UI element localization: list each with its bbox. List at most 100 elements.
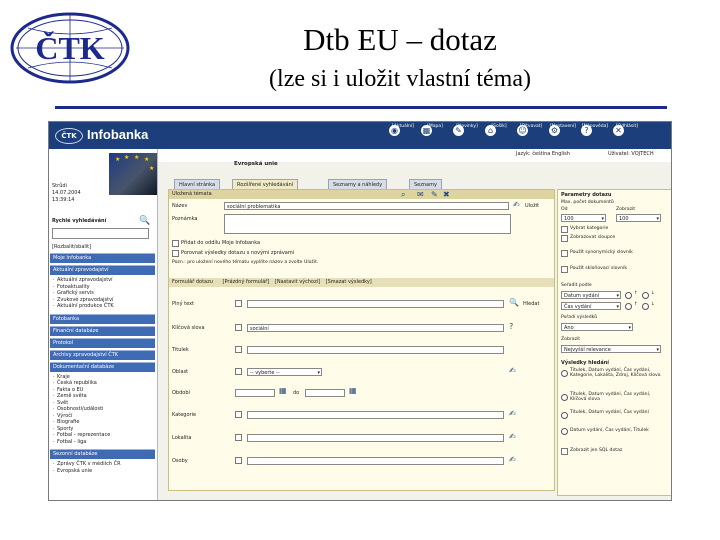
save-icon[interactable]: ✍: [513, 200, 520, 209]
nav-aktualni[interactable]: ◉ [Aktuální]: [389, 124, 417, 136]
query-parameters-panel: Parametry dotazu Max. počet dokumentů Od…: [557, 189, 671, 496]
checkbox-label: Přidat do oddílu Moje Infobanka: [181, 240, 261, 246]
fulltext-input[interactable]: [247, 300, 504, 308]
results-format-radio[interactable]: [561, 428, 568, 435]
menu-item[interactable]: Aktuální produkce ČTK: [50, 303, 155, 310]
sort1-desc-radio[interactable]: [642, 292, 649, 299]
slide-title: Dtb EU – dotaz: [303, 22, 497, 57]
nav-odhlasit[interactable]: ✕ [Odhlásit]: [613, 124, 641, 136]
search-icon[interactable]: 🔍: [509, 298, 519, 307]
sort1-asc-radio[interactable]: [625, 292, 632, 299]
infobanka-screenshot: ČTK Infobanka ◉ [Aktuální] ▦ [Mapa] ✎ [Novi…: [48, 121, 672, 501]
sort-select-1[interactable]: Datum vydání: [561, 291, 621, 300]
add-to-my-infobanka-checkbox[interactable]: [172, 240, 179, 247]
keywords-checkbox[interactable]: [235, 324, 242, 331]
edit-icon[interactable]: ✍: [509, 409, 516, 418]
area-checkbox[interactable]: [235, 368, 242, 375]
inflection-checkbox[interactable]: [561, 266, 568, 273]
sort-select-2[interactable]: Čas vydání: [561, 302, 621, 311]
nav-sosik[interactable]: ⌂ [Sošík]: [485, 124, 513, 136]
search-button[interactable]: Hledat: [523, 301, 539, 307]
results-format-radio[interactable]: [561, 412, 568, 419]
settings-icon: ⚙: [549, 125, 560, 136]
clear-link[interactable]: [Smazat výsledky]: [326, 279, 372, 285]
menu-aktualni[interactable]: Aktuální zpravodajství: [50, 265, 155, 275]
keywords-input[interactable]: sociální: [247, 324, 504, 332]
edit-icon[interactable]: ✎: [431, 190, 438, 199]
date-from-input[interactable]: [235, 389, 275, 397]
calendar-icon[interactable]: ▦: [279, 386, 287, 395]
quick-search-input[interactable]: [52, 228, 149, 239]
mail-icon[interactable]: ✉: [417, 190, 424, 199]
main-content: Jazyk: čeština English Uživatel: VOJTECH…: [158, 149, 671, 500]
note-label: Poznámka: [172, 216, 198, 222]
categories-checkbox[interactable]: [561, 226, 568, 233]
results-format-radio[interactable]: [561, 394, 568, 401]
area-label: Oblast: [172, 369, 189, 375]
date-to-input[interactable]: [305, 389, 345, 397]
persons-checkbox[interactable]: [235, 457, 242, 464]
nav-nastaveni[interactable]: ⚙ [Nastavení]: [549, 124, 577, 136]
app-title: Infobanka: [87, 127, 149, 142]
sort2-desc-radio[interactable]: [642, 303, 649, 310]
location-input[interactable]: [247, 434, 504, 442]
results-format-radio[interactable]: [561, 370, 568, 377]
search-icon[interactable]: ⌕: [401, 190, 405, 200]
fulltext-checkbox[interactable]: [235, 300, 242, 307]
persons-input[interactable]: [247, 457, 504, 465]
edit-icon[interactable]: ✍: [509, 432, 516, 441]
date-time-info: Strůdi 14.07.2004 13:39:14: [52, 183, 81, 203]
category-checkbox[interactable]: [235, 411, 242, 418]
expand-collapse-link[interactable]: [Rozbalit/sbalit]: [52, 244, 91, 250]
option-label: Použít synonymický slovník: [570, 250, 633, 255]
topic-name-input[interactable]: sociální problematika: [224, 202, 509, 210]
saved-topics-bar: Uložená témata: [169, 190, 554, 199]
nav-ditvavat[interactable]: ☺ [Dítvavat]: [517, 124, 545, 136]
menu-item[interactable]: Evropská unie: [50, 468, 155, 475]
nav-novinky[interactable]: ✎ [Novinky]: [453, 124, 481, 136]
help-icon[interactable]: ?: [509, 322, 513, 331]
headline-input[interactable]: [247, 346, 504, 354]
nav-mapa[interactable]: ▦ [Mapa]: [421, 124, 449, 136]
menu-protokol[interactable]: Protokol: [50, 337, 155, 348]
menu-fotobanka[interactable]: Fotobanka: [50, 313, 155, 324]
edit-icon[interactable]: ✍: [509, 455, 516, 464]
user-label: Uživatel: VOJTECH: [608, 151, 654, 157]
save-label[interactable]: Uložit: [525, 203, 539, 209]
note-textarea[interactable]: [224, 214, 511, 234]
rank-select[interactable]: Ano: [561, 323, 633, 332]
synonyms-checkbox[interactable]: [561, 250, 568, 257]
sort2-asc-radio[interactable]: [625, 303, 632, 310]
calendar-icon[interactable]: ▦: [349, 386, 357, 395]
sort-label: Seřadit podle: [561, 283, 592, 288]
delete-icon[interactable]: ✖: [443, 190, 450, 199]
title-divider: [55, 106, 667, 109]
max-docs-select[interactable]: 100: [561, 214, 606, 223]
reset-link[interactable]: [Prázdný formulář]: [223, 279, 270, 285]
menu-moje-infobanka[interactable]: Moje Infobanka: [50, 253, 155, 263]
sql-only-checkbox[interactable]: [561, 448, 568, 455]
menu-financni[interactable]: Finanční databáze: [50, 325, 155, 336]
help-icon: ?: [581, 125, 592, 136]
language-switch[interactable]: Jazyk: čeština English: [516, 151, 570, 157]
category-input[interactable]: [247, 411, 504, 419]
compare-results-checkbox[interactable]: [172, 250, 179, 257]
menu-item[interactable]: Fotbal - liga: [50, 439, 155, 446]
edit-icon[interactable]: ✍: [509, 366, 516, 375]
sql-only-label: Zobrazit jen SQL dotaz: [570, 448, 623, 453]
menu-sezonni[interactable]: Sezonní databáze: [50, 449, 155, 459]
search-icon[interactable]: 🔍: [139, 216, 150, 226]
nav-napoveda[interactable]: ? [Nápověda]: [581, 124, 609, 136]
area-select[interactable]: -- vyberte --: [247, 368, 322, 377]
form-section-bar: Formulář dotazu [Prázdný formulář] [Nast…: [169, 278, 554, 287]
columns-checkbox[interactable]: [561, 235, 568, 242]
default-link[interactable]: [Nastavit výchozí]: [275, 279, 320, 285]
period-label: Období: [172, 390, 190, 396]
menu-archivy[interactable]: Archivy zpravodajství ČTK: [50, 349, 155, 360]
headline-checkbox[interactable]: [235, 346, 242, 353]
display-select[interactable]: Nejvyšší relevance: [561, 345, 661, 354]
display-count-select[interactable]: 100: [616, 214, 661, 223]
slide-subtitle: (lze si i uložit vlastní téma): [269, 66, 531, 92]
menu-dokumentacni[interactable]: Dokumentační databáze: [50, 361, 155, 372]
location-checkbox[interactable]: [235, 434, 242, 441]
